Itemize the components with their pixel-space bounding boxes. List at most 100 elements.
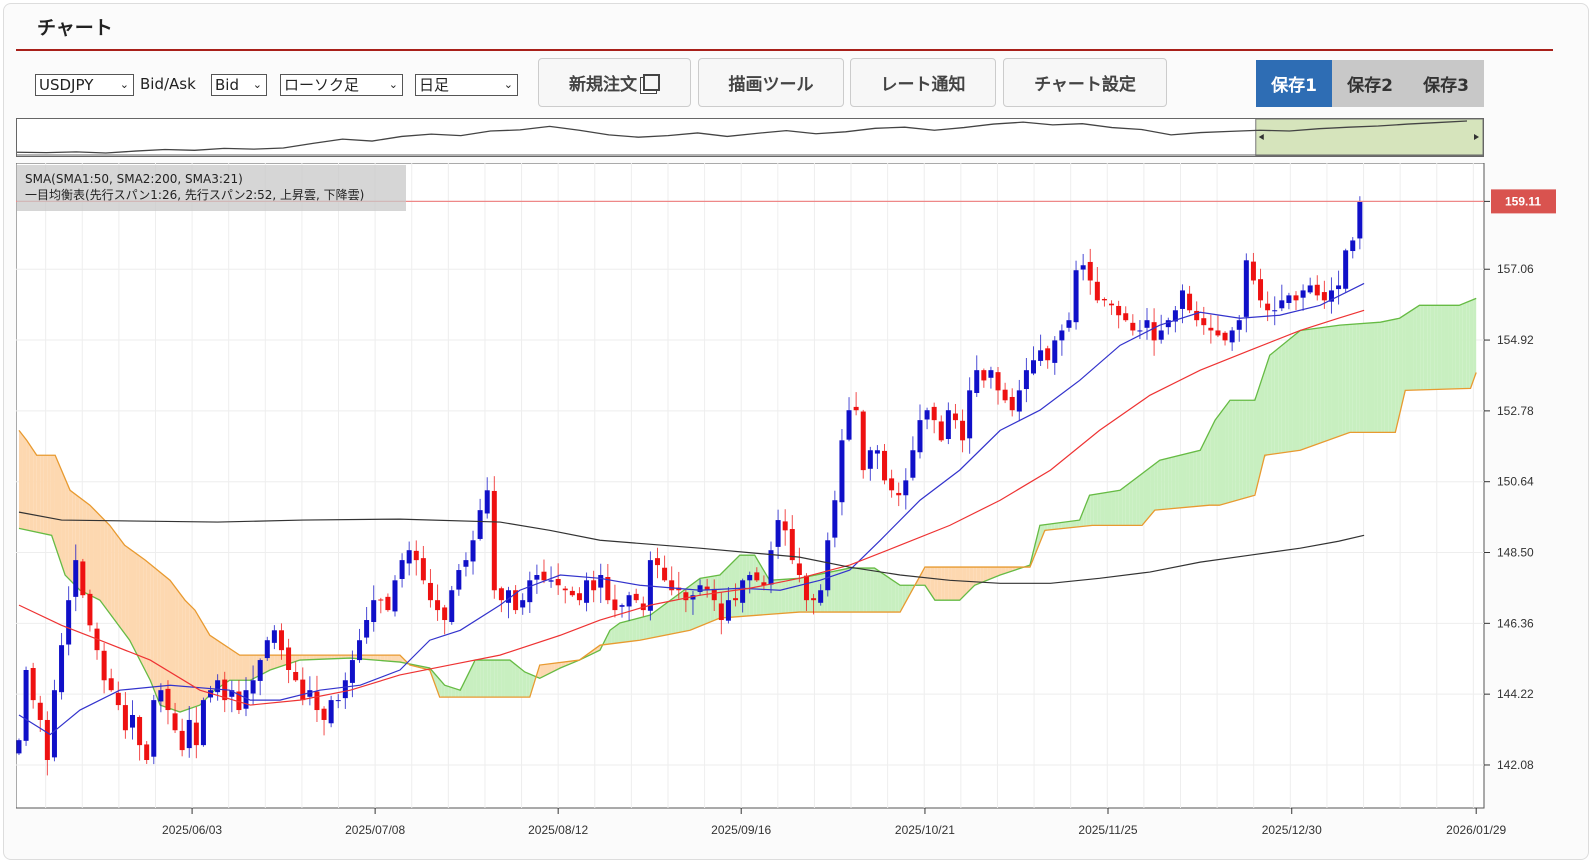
candle-up (335, 700, 341, 702)
candle-up (271, 630, 277, 643)
symbol-select[interactable]: USDJPY ⌄ (35, 74, 134, 96)
ichimoku-cloud-up (1246, 400, 1250, 498)
tab-save-3[interactable]: 保存3 (1408, 60, 1484, 107)
ichimoku-cloud-down (274, 655, 278, 669)
bidask-label: Bid/Ask (140, 75, 196, 93)
ichimoku-cloud-up (795, 578, 800, 613)
y-tick-label: 157.06 (1497, 262, 1534, 276)
ichimoku-cloud-up (1200, 443, 1204, 507)
candle-down (1094, 281, 1100, 301)
chevron-down-icon: ⌄ (252, 78, 262, 91)
candle-down (435, 600, 441, 611)
candle-down (562, 588, 568, 591)
candle-down (576, 593, 582, 601)
drawing-tools-button[interactable]: 描画ツール (698, 58, 844, 107)
tab-save-1[interactable]: 保存1 (1256, 60, 1332, 107)
candle-up (1158, 330, 1164, 340)
ichimoku-cloud-up (1427, 305, 1431, 390)
ichimoku-cloud-down (246, 655, 250, 681)
ichimoku-cloud-up (1111, 491, 1116, 526)
ichimoku-cloud-up (1409, 309, 1414, 391)
ichimoku-cloud-down (973, 567, 977, 587)
ichimoku-cloud-down (143, 558, 147, 674)
rate-alert-button[interactable]: レート通知 (850, 58, 996, 107)
ichimoku-cloud-up (494, 660, 498, 698)
ichimoku-cloud-up (859, 568, 864, 613)
ichimoku-cloud-up (849, 568, 853, 613)
y-tick-label: 152.78 (1497, 404, 1534, 418)
ichimoku-cloud-up (519, 667, 523, 698)
candle-down (385, 596, 391, 611)
ichimoku-cloud-up (512, 661, 516, 698)
candle-up (1144, 320, 1150, 328)
candle-up (1016, 390, 1022, 412)
ichimoku-cloud-up (749, 555, 754, 616)
candle-down (1215, 330, 1221, 336)
ichimoku-cloud-up (863, 568, 867, 613)
candle-down (498, 588, 504, 601)
ichimoku-cloud-up (1377, 322, 1382, 433)
candle-up (66, 600, 72, 645)
ichimoku-cloud-up (1118, 488, 1123, 526)
candle-down (1187, 293, 1193, 311)
chart-settings-button[interactable]: チャート設定 (1003, 58, 1167, 107)
ichimoku-cloud-up (1253, 393, 1257, 496)
overview-navigator[interactable] (16, 118, 1484, 157)
ichimoku-cloud-down (962, 567, 967, 598)
ichimoku-cloud-up (526, 672, 530, 698)
ichimoku-cloud-down (33, 449, 37, 533)
price-chart[interactable]: 142.08 144.22 146.36 148.50 150.64 152.78 154.… (16, 163, 1593, 840)
ichimoku-cloud-up (735, 555, 740, 617)
ichimoku-cloud-down (132, 550, 137, 653)
ichimoku-cloud-down (157, 569, 161, 706)
candle-up (1229, 330, 1235, 343)
candle-down (995, 372, 1001, 391)
y-tick-label: 150.64 (1497, 475, 1534, 489)
ichimoku-cloud-up (770, 579, 775, 615)
ichimoku-cloud-up (1331, 325, 1336, 440)
ichimoku-cloud-up (1210, 421, 1215, 506)
ichimoku-cloud-up (1444, 305, 1449, 390)
candle-up (867, 450, 873, 469)
candle-down (541, 571, 547, 581)
ichimoku-cloud-up (480, 660, 484, 698)
timeframe-select[interactable]: 日足 ⌄ (415, 74, 518, 96)
ichimoku-cloud-up (1178, 454, 1183, 508)
ichimoku-cloud-down (40, 455, 44, 534)
candle-up (477, 510, 483, 539)
ichimoku-cloud-down (104, 519, 108, 611)
ichimoku-cloud-down (86, 502, 90, 596)
candle-down (952, 413, 958, 421)
ichimoku-cloud-up (1136, 475, 1140, 526)
ichimoku-cloud-down (951, 567, 956, 601)
candle-down (1208, 327, 1214, 331)
ichimoku-cloud-up (1100, 492, 1105, 526)
ichimoku-cloud-up (856, 568, 860, 613)
legend-ichimoku: 一目均衡表(先行スパン1:26, 先行スパン2:52, 上昇雲, 下降雲) (25, 188, 365, 202)
ichimoku-cloud-up (692, 580, 697, 630)
new-order-button[interactable]: 新規注文 (538, 58, 691, 107)
candle-down (1109, 303, 1115, 306)
ichimoku-cloud-up (643, 615, 647, 640)
chart-type-select[interactable]: ローソク足 ⌄ (280, 74, 403, 96)
candle-down (938, 421, 944, 441)
ichimoku-cloud-up (1285, 339, 1289, 453)
candle-up (449, 590, 455, 623)
candle-down (442, 607, 448, 621)
tab-save-2[interactable]: 保存2 (1332, 60, 1408, 107)
x-tick-label: 2025/09/16 (711, 823, 771, 837)
ichimoku-cloud-down (54, 455, 58, 555)
ichimoku-cloud-up (1352, 323, 1357, 433)
candle-up (158, 690, 164, 702)
candle-up (697, 585, 703, 592)
ichimoku-cloud-down (235, 652, 239, 681)
bidask-select[interactable]: Bid ⌄ (211, 74, 267, 96)
candle-up (215, 680, 221, 693)
x-tick-label: 2026/01/29 (1446, 823, 1506, 837)
current-price-label: 159.11 (1505, 194, 1541, 208)
ichimoku-cloud-up (1342, 324, 1346, 436)
candle-up (1300, 290, 1306, 298)
ichimoku-cloud-down (253, 655, 257, 679)
candle-up (364, 620, 370, 638)
ichimoku-cloud-up (1207, 428, 1211, 506)
